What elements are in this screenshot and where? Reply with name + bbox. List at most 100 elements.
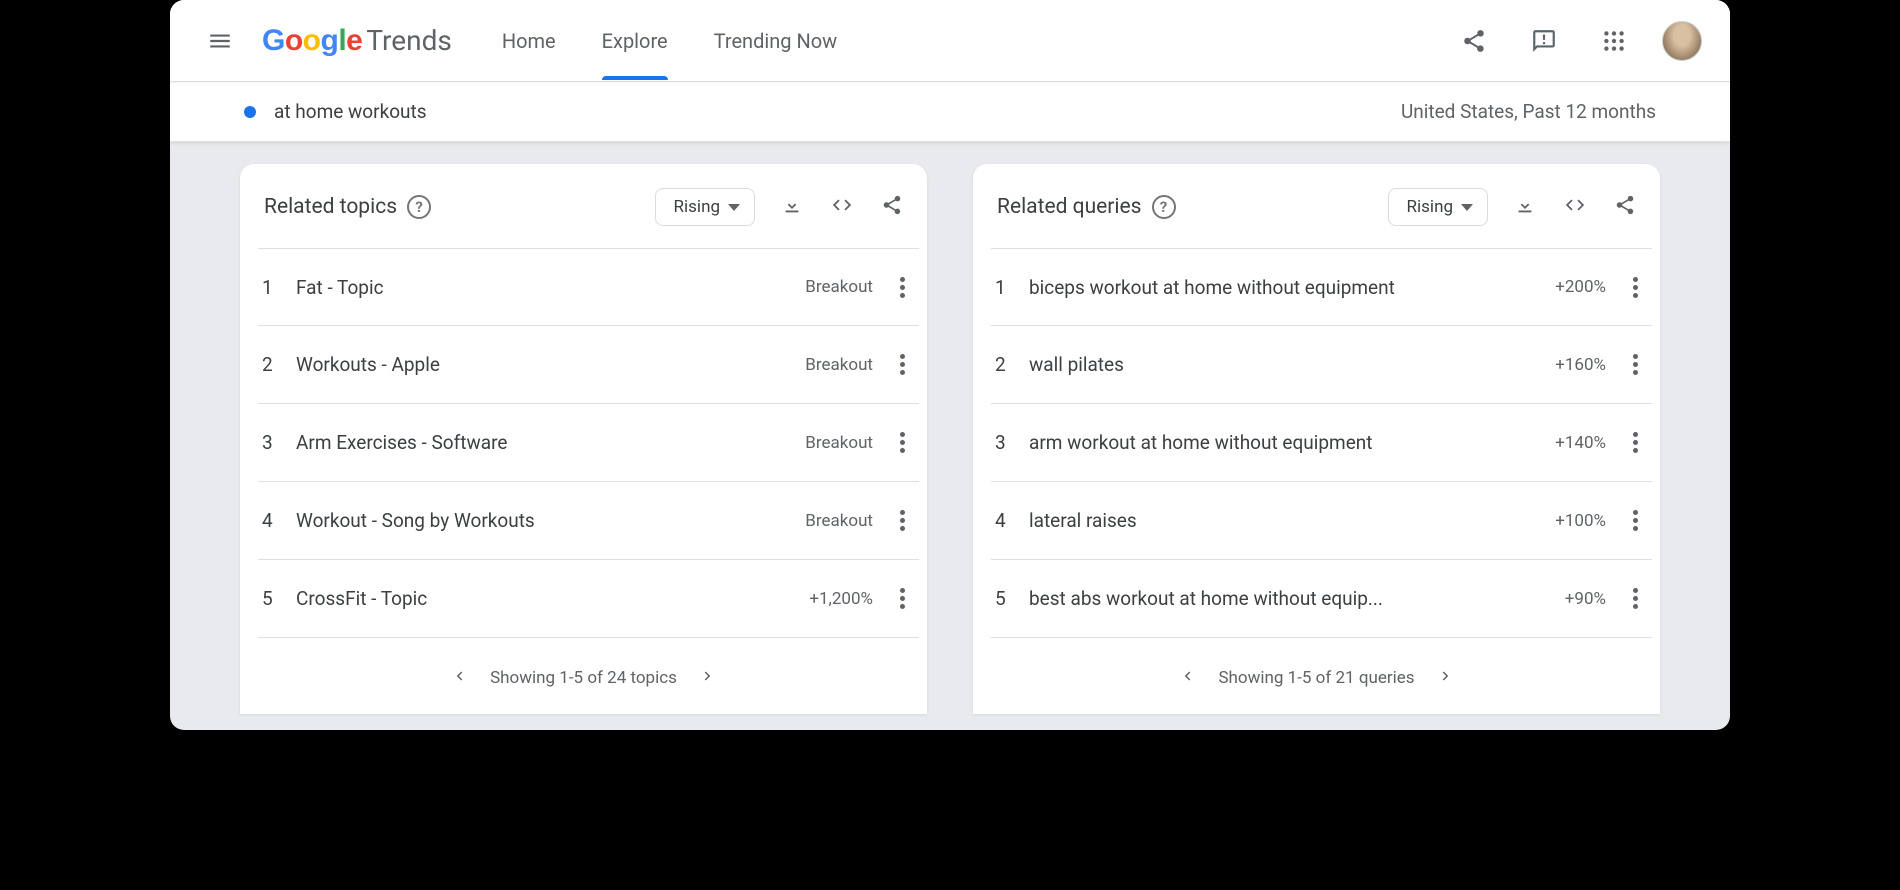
sort-label: Rising xyxy=(674,197,720,217)
rank: 3 xyxy=(258,431,292,454)
card-header: Related queries ? Rising xyxy=(973,188,1660,248)
queries-rows: 1biceps workout at home without equipmen… xyxy=(973,248,1660,650)
download-button[interactable] xyxy=(1514,194,1536,220)
metric: +1,200% xyxy=(809,589,873,609)
metric: +160% xyxy=(1555,355,1606,375)
label: lateral raises xyxy=(1025,509,1555,532)
share-button-small[interactable] xyxy=(1614,194,1636,220)
rank: 5 xyxy=(258,587,292,610)
row-menu-button[interactable] xyxy=(1624,432,1646,453)
list-item[interactable]: 3arm workout at home without equipment+1… xyxy=(991,404,1652,482)
pager-text: Showing 1-5 of 24 topics xyxy=(490,668,677,688)
sort-label: Rising xyxy=(1407,197,1453,217)
pager-prev[interactable] xyxy=(450,667,468,690)
row-menu-button[interactable] xyxy=(891,588,913,609)
pager: Showing 1-5 of 24 topics xyxy=(240,650,927,706)
feedback-button[interactable] xyxy=(1522,19,1566,63)
google-logo: Google xyxy=(262,24,362,58)
card-title: Related queries xyxy=(997,195,1142,219)
account-avatar[interactable] xyxy=(1662,21,1702,61)
sort-dropdown[interactable]: Rising xyxy=(655,188,755,226)
chevron-left-icon xyxy=(450,667,468,685)
label: Workouts - Apple xyxy=(292,353,805,376)
app-window: Google Trends Home Explore Trending Now … xyxy=(170,0,1730,730)
feedback-icon xyxy=(1531,28,1557,54)
chevron-left-icon xyxy=(1178,667,1196,685)
card-actions xyxy=(1514,194,1636,220)
list-item[interactable]: 4Workout - Song by WorkoutsBreakout xyxy=(258,482,919,560)
metric: +200% xyxy=(1555,277,1606,297)
row-menu-button[interactable] xyxy=(1624,354,1646,375)
menu-icon xyxy=(207,28,233,54)
label: CrossFit - Topic xyxy=(292,587,809,610)
apps-button[interactable] xyxy=(1592,19,1636,63)
row-menu-button[interactable] xyxy=(1624,277,1646,298)
rank: 1 xyxy=(258,276,292,299)
related-queries-card: Related queries ? Rising 1biceps workout… xyxy=(973,164,1660,714)
list-item[interactable]: 5best abs workout at home without equip.… xyxy=(991,560,1652,638)
list-item[interactable]: 4lateral raises+100% xyxy=(991,482,1652,560)
rank: 1 xyxy=(991,276,1025,299)
search-term: at home workouts xyxy=(244,100,427,123)
label: arm workout at home without equipment xyxy=(1025,431,1555,454)
term-color-dot xyxy=(244,106,256,118)
row-menu-button[interactable] xyxy=(1624,510,1646,531)
pager-text: Showing 1-5 of 21 queries xyxy=(1218,668,1414,688)
share-icon xyxy=(881,194,903,216)
share-icon xyxy=(1461,28,1487,54)
tab-explore[interactable]: Explore xyxy=(602,3,668,79)
chevron-right-icon xyxy=(1437,667,1455,685)
list-item[interactable]: 1Fat - TopicBreakout xyxy=(258,248,919,326)
top-bar: Google Trends Home Explore Trending Now xyxy=(170,0,1730,82)
list-item[interactable]: 2wall pilates+160% xyxy=(991,326,1652,404)
download-button[interactable] xyxy=(781,194,803,220)
row-menu-button[interactable] xyxy=(891,277,913,298)
product-name: Trends xyxy=(366,24,451,57)
tab-trending-now[interactable]: Trending Now xyxy=(714,3,838,79)
tab-home[interactable]: Home xyxy=(502,3,556,79)
embed-button[interactable] xyxy=(831,194,853,220)
pager-next[interactable] xyxy=(699,667,717,690)
logo[interactable]: Google Trends xyxy=(262,24,452,58)
pager-next[interactable] xyxy=(1437,667,1455,690)
list-item[interactable]: 2Workouts - AppleBreakout xyxy=(258,326,919,404)
related-topics-card: Related topics ? Rising 1Fat - TopicBrea… xyxy=(240,164,927,714)
card-title: Related topics xyxy=(264,195,397,219)
row-menu-button[interactable] xyxy=(891,354,913,375)
help-icon[interactable]: ? xyxy=(1152,195,1176,219)
download-icon xyxy=(781,194,803,216)
label: wall pilates xyxy=(1025,353,1555,376)
chevron-down-icon xyxy=(1461,204,1473,211)
list-item[interactable]: 3Arm Exercises - SoftwareBreakout xyxy=(258,404,919,482)
embed-button[interactable] xyxy=(1564,194,1586,220)
label: Fat - Topic xyxy=(292,276,805,299)
metric: Breakout xyxy=(805,433,873,453)
share-button[interactable] xyxy=(1452,19,1496,63)
row-menu-button[interactable] xyxy=(891,510,913,531)
list-item[interactable]: 5CrossFit - Topic+1,200% xyxy=(258,560,919,638)
metric: +140% xyxy=(1555,433,1606,453)
term-text: at home workouts xyxy=(274,100,427,123)
rank: 4 xyxy=(991,509,1025,532)
top-bar-actions xyxy=(1452,19,1702,63)
menu-button[interactable] xyxy=(198,19,242,63)
row-menu-button[interactable] xyxy=(1624,588,1646,609)
row-menu-button[interactable] xyxy=(891,432,913,453)
help-icon[interactable]: ? xyxy=(407,195,431,219)
rank: 4 xyxy=(258,509,292,532)
rank: 2 xyxy=(991,353,1025,376)
metric: Breakout xyxy=(805,277,873,297)
share-button-small[interactable] xyxy=(881,194,903,220)
label: best abs workout at home without equip..… xyxy=(1025,587,1565,610)
chevron-right-icon xyxy=(699,667,717,685)
list-item[interactable]: 1biceps workout at home without equipmen… xyxy=(991,248,1652,326)
card-actions xyxy=(781,194,903,220)
scope-text: United States, Past 12 months xyxy=(1401,100,1656,123)
context-bar: at home workouts United States, Past 12 … xyxy=(170,82,1730,142)
sort-dropdown[interactable]: Rising xyxy=(1388,188,1488,226)
pager-prev[interactable] xyxy=(1178,667,1196,690)
metric: +100% xyxy=(1555,511,1606,531)
rank: 5 xyxy=(991,587,1025,610)
rank: 2 xyxy=(258,353,292,376)
nav-tabs: Home Explore Trending Now xyxy=(502,3,837,79)
